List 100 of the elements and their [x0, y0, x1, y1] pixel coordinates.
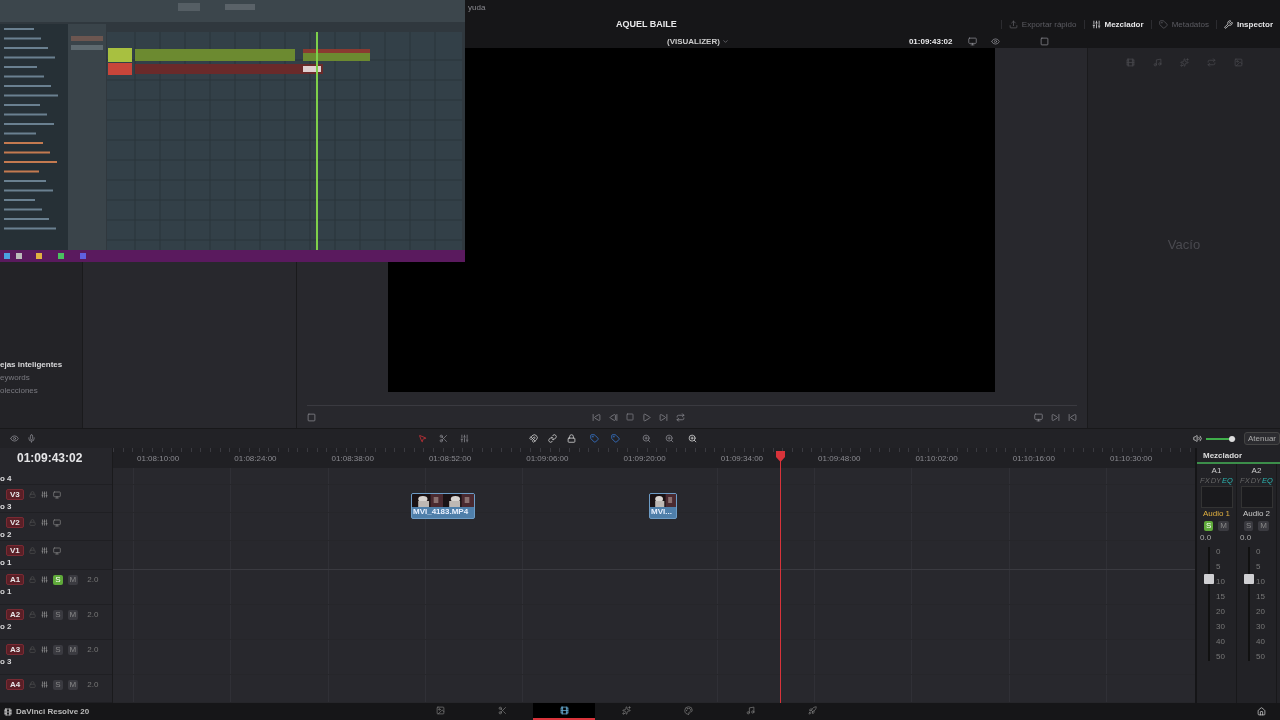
track-name: o 3 [0, 657, 13, 666]
eq-graph [1240, 486, 1273, 508]
ruler-label: 01:08:24:00 [234, 454, 277, 463]
mute-button[interactable]: M [1218, 520, 1229, 531]
layout-icon[interactable] [1040, 36, 1050, 46]
pointer-icon[interactable] [418, 434, 427, 443]
track-label[interactable]: A4 [6, 679, 25, 690]
mute-button[interactable]: M [67, 609, 79, 620]
home-icon[interactable] [1257, 707, 1266, 716]
volume-slider[interactable] [1205, 437, 1236, 440]
solo-button[interactable]: S [1204, 520, 1214, 531]
ruler-label: 01:10:16:00 [1012, 454, 1055, 463]
lock-icon [29, 576, 37, 583]
skip-forward-icon[interactable] [1051, 412, 1060, 422]
track-name: o 1 [0, 558, 13, 567]
scale-label: 30 [1256, 622, 1265, 631]
logo-icon [4, 707, 12, 716]
menu-item[interactable]: yuda [468, 2, 486, 12]
sidebar-item[interactable]: olecciones [0, 386, 82, 395]
playhead[interactable] [775, 448, 786, 703]
stop-icon[interactable] [626, 413, 634, 421]
channel-format: 2.0 [87, 575, 99, 584]
step-back-icon[interactable] [609, 412, 618, 422]
skip-back-icon[interactable] [1068, 412, 1077, 422]
viewer-source[interactable]: (VISUALIZER) [667, 36, 720, 46]
time-ruler[interactable]: 01:08:10:00 01:08:24:00 01:08:38:00 01:08:52:00 01:09:06:00 01:09:20:00 01:09:34:00 01:09:48:00 01:10:02:00 01:10:16:00 01:10:30:00 [113, 448, 1195, 468]
lock-icon [29, 681, 37, 688]
timeline-timecode: 01:09:43:02 [16, 450, 84, 467]
skip-back-icon[interactable] [592, 412, 601, 422]
mute-button[interactable]: M [67, 679, 79, 690]
mute-button[interactable]: M [67, 574, 79, 585]
panel-title: Mezclador [1197, 448, 1280, 464]
track-label[interactable]: A3 [6, 644, 25, 655]
monitor-icon [52, 490, 61, 499]
lock-icon[interactable] [567, 434, 576, 443]
snap-icon[interactable] [529, 434, 538, 443]
play-icon[interactable] [642, 412, 651, 422]
track-name: o 1 [0, 587, 13, 596]
zoom-icon[interactable] [665, 434, 674, 443]
zoom-icon[interactable] [642, 434, 651, 443]
section-heading: ejas inteligentes [0, 360, 64, 369]
mute-button[interactable]: M [1258, 520, 1269, 531]
volume-icon [1192, 434, 1202, 443]
channel-name[interactable]: Audio 2 [1242, 509, 1271, 518]
tag-icon [1158, 19, 1168, 29]
scale-label: 10 [1256, 577, 1265, 586]
track-label[interactable]: A1 [6, 574, 25, 585]
monitor-icon [52, 546, 61, 555]
gain-reading: 0.0 [1239, 533, 1252, 542]
blade-icon[interactable] [439, 434, 448, 443]
ruler-label: 01:09:20:00 [623, 454, 666, 463]
marker-icon[interactable] [611, 434, 620, 443]
ruler-label: 01:09:06:00 [526, 454, 569, 463]
film-tab[interactable] [533, 703, 596, 720]
track-label[interactable]: V2 [6, 517, 24, 528]
music-icon [745, 706, 755, 715]
film-icon [1125, 58, 1135, 67]
ruler-label: 01:08:52:00 [428, 454, 472, 463]
sparkles-icon [1179, 58, 1189, 67]
scale-label: 20 [1216, 607, 1225, 616]
track-name: o 2 [0, 530, 13, 539]
monitor-icon[interactable] [968, 36, 978, 46]
channel-name[interactable]: Audio 1 [1202, 509, 1231, 518]
mute-button[interactable]: M [67, 644, 79, 655]
video-clip[interactable]: MVI_4183.MP4 [411, 493, 475, 519]
scale-label: 50 [1256, 652, 1265, 661]
track-label[interactable]: A2 [6, 609, 25, 620]
skip-forward-icon[interactable] [659, 412, 668, 422]
scale-label: 40 [1216, 637, 1225, 646]
solo-button[interactable]: S [53, 574, 63, 585]
film-icon [559, 706, 569, 715]
track-name: o 3 [0, 502, 13, 511]
duck-button[interactable]: Atenuar [1243, 432, 1280, 445]
header-button[interactable]: Inspector [1216, 19, 1280, 29]
track-label[interactable]: V3 [6, 489, 24, 500]
ruler-label: 01:08:10:00 [137, 454, 180, 463]
microphone-icon[interactable] [27, 434, 36, 443]
video-clip[interactable]: MVI... [649, 493, 677, 519]
music-icon [1152, 58, 1162, 67]
header-button[interactable]: Mezclador [1083, 19, 1151, 29]
track-label[interactable]: V1 [6, 545, 24, 556]
project-title: AQUEL BAILE [616, 19, 677, 29]
eye-icon[interactable] [991, 36, 1001, 46]
channel-format: 2.0 [87, 645, 99, 654]
viewer-timecode: 01:09:43:02 [908, 36, 953, 46]
palette-icon [683, 706, 693, 715]
sidebar-item[interactable]: eywords [0, 373, 82, 382]
rocket-icon [807, 706, 817, 715]
scale-label: 50 [1216, 652, 1225, 661]
gain-reading: 0.0 [1199, 533, 1212, 542]
image-icon [1233, 58, 1243, 67]
monitor-icon[interactable] [1034, 412, 1043, 422]
loop-icon[interactable] [676, 412, 685, 422]
channel-format: 2.0 [87, 610, 99, 619]
track-name: o 4 [0, 474, 13, 483]
ruler-label: 01:10:30:00 [1110, 454, 1153, 463]
chevron-icon [721, 37, 729, 45]
link-icon[interactable] [548, 434, 557, 443]
eye-icon[interactable] [10, 434, 19, 443]
solo-button[interactable]: S [1244, 520, 1254, 531]
